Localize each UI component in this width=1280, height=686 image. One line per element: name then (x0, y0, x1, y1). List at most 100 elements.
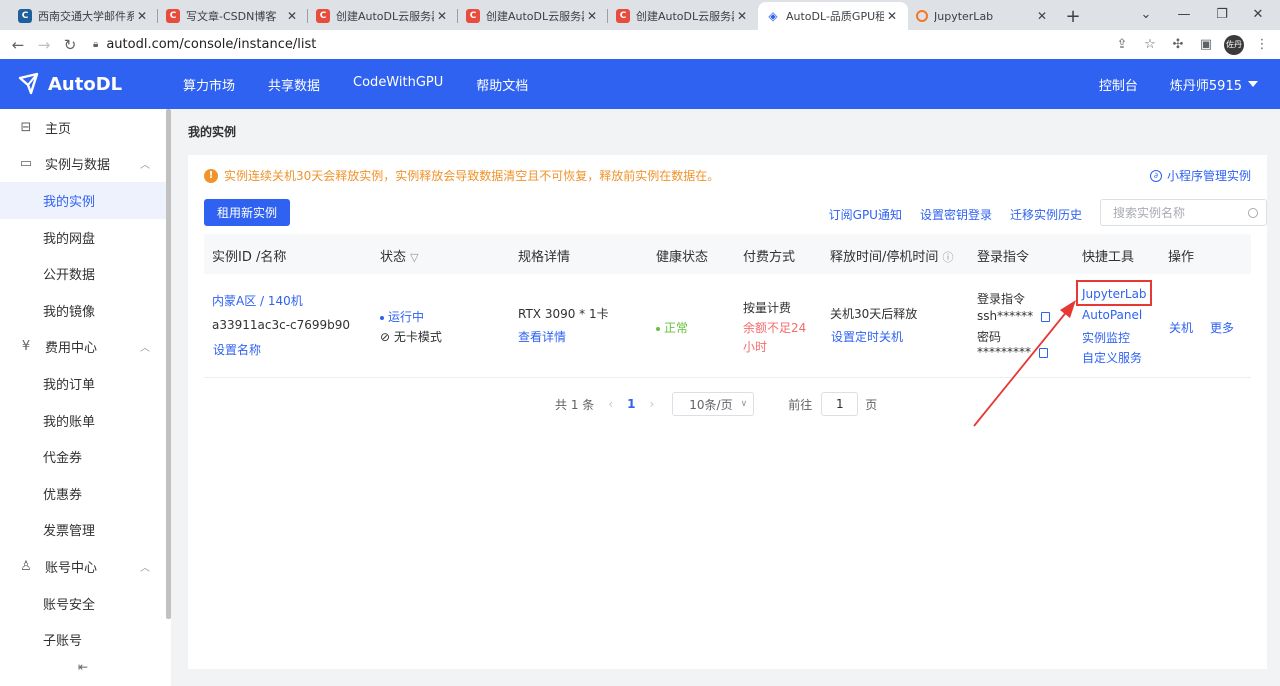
chevron-up-icon: ︿ (140, 160, 150, 172)
sidebar-item-public-data[interactable]: 公开数据 (0, 255, 168, 292)
tab-search-chevron-icon[interactable]: ⌄ (1128, 0, 1164, 28)
copy-icon[interactable] (1041, 311, 1051, 322)
help-icon[interactable]: ⓘ (943, 251, 954, 264)
back-arrow-icon[interactable]: ← (5, 32, 31, 58)
sidebar-item-bills[interactable]: 我的账单 (0, 402, 168, 439)
app-header: AutoDL 算力市场 共享数据 CodeWithGPU 帮助文档 控制台 炼丹… (0, 59, 1280, 109)
forward-arrow-icon[interactable]: → (31, 32, 57, 58)
instance-monitor-link[interactable]: 实例监控 (1082, 329, 1130, 346)
close-icon[interactable]: ✕ (1034, 9, 1050, 23)
url-field[interactable]: 🔒︎ autodl.com/console/instance/list (93, 33, 1108, 57)
close-icon[interactable]: ✕ (284, 9, 300, 23)
header-right: 控制台 炼丹师5915 (1099, 75, 1280, 94)
browser-tab[interactable]: C 创建AutoDL云服务器 ✕ (608, 2, 758, 30)
csdn-icon: C (316, 9, 330, 23)
close-icon[interactable]: ✕ (734, 9, 750, 23)
rent-new-instance-button[interactable]: 租用新实例 (204, 199, 290, 226)
extensions-puzzle-icon[interactable]: ✣ (1164, 32, 1192, 58)
sidebar-group-label: 账号中心 (45, 560, 98, 576)
sidepanel-icon[interactable]: ▣ (1192, 32, 1220, 58)
prev-page-icon[interactable]: ‹ (608, 397, 613, 411)
browser-tab[interactable]: C 创建AutoDL云服务器 ✕ (308, 2, 458, 30)
user-menu[interactable]: 炼丹师5915 (1170, 75, 1258, 94)
console-link[interactable]: 控制台 (1099, 75, 1138, 94)
browser-menu-icon[interactable]: ⋮ (1248, 32, 1276, 58)
copy-icon[interactable] (1039, 347, 1048, 358)
password-masked: ********* (977, 345, 1031, 359)
sidebar-item-my-instances[interactable]: 我的实例 (0, 182, 168, 219)
th-status[interactable]: 状态 ▽ (380, 246, 419, 265)
mini-program-link[interactable]: ∂ 小程序管理实例 (1149, 167, 1251, 184)
browser-tab[interactable]: C 创建AutoDL云服务器 ✕ (458, 2, 608, 30)
collapse-sidebar-icon[interactable]: ⇤ (78, 660, 88, 674)
page-number[interactable]: 1 (627, 397, 635, 411)
csdn-icon: C (466, 9, 480, 23)
sidebar-item-account-security[interactable]: 账号安全 (0, 585, 168, 622)
custom-service-link[interactable]: 自定义服务 (1082, 349, 1142, 366)
browser-tab-active[interactable]: ◈ AutoDL-品质GPU租用 ✕ (758, 2, 908, 30)
new-tab-plus-icon[interactable]: + (1058, 2, 1088, 30)
close-icon[interactable]: ✕ (584, 9, 600, 23)
maximize-icon[interactable]: ❐ (1204, 0, 1240, 28)
user-icon: ♙ (20, 558, 32, 574)
nav-codewithgpu[interactable]: CodeWithGPU (353, 75, 443, 94)
close-icon[interactable]: ✕ (434, 9, 450, 23)
sidebar-item-coupons[interactable]: 优惠券 (0, 475, 168, 512)
monitor-icon: ⊟ (20, 119, 32, 135)
nav-shared-data[interactable]: 共享数据 (268, 75, 320, 94)
bookmark-star-icon[interactable]: ☆ (1136, 32, 1164, 58)
instance-region-link[interactable]: 内蒙A区 / 140机 (212, 292, 303, 309)
gpu-spec: RTX 3090 * 1卡 (518, 307, 609, 321)
browser-tab[interactable]: C 写文章-CSDN博客 ✕ (158, 2, 308, 30)
th-status-label: 状态 (380, 250, 407, 265)
nav-help-docs[interactable]: 帮助文档 (476, 75, 528, 94)
migration-history-link[interactable]: 迁移实例历史 (1010, 206, 1082, 223)
set-name-link[interactable]: 设置名称 (213, 341, 261, 358)
next-page-icon[interactable]: › (649, 397, 654, 411)
th-health: 健康状态 (656, 250, 709, 265)
sidebar-group-account[interactable]: ♙ 账号中心 ︿ (0, 548, 168, 585)
close-icon[interactable]: ✕ (884, 9, 900, 23)
csdn-icon: C (616, 9, 630, 23)
window-close-icon[interactable]: ✕ (1240, 0, 1276, 28)
sidebar-item-my-netdisk[interactable]: 我的网盘 (0, 219, 168, 256)
reload-icon[interactable]: ↻ (57, 32, 83, 58)
minimize-icon[interactable]: — (1166, 0, 1202, 28)
status-text: 运行中 (388, 310, 425, 324)
balance-warning-line2: 小时 (743, 340, 768, 354)
share-icon[interactable]: ⇪ (1108, 32, 1136, 58)
sidebar-group-instances[interactable]: ▭ 实例与数据 ︿ (0, 146, 168, 183)
box-icon: ▭ (19, 156, 33, 172)
health-status: 正常 (656, 319, 688, 336)
sidebar-group-billing[interactable]: ¥ 费用中心 ︿ (0, 329, 168, 366)
sidebar-item-sub-accounts[interactable]: 子账号 (0, 621, 168, 658)
sidebar-item-my-images[interactable]: 我的镜像 (0, 292, 168, 329)
browser-tab[interactable]: JupyterLab ✕ (908, 2, 1058, 30)
page-unit: 页 (865, 397, 878, 412)
autopanel-link[interactable]: AutoPanel (1082, 308, 1142, 322)
filter-icon[interactable]: ▽ (410, 251, 418, 264)
sidebar-item-vouchers[interactable]: 代金券 (0, 438, 168, 475)
search-input[interactable]: 搜索实例名称 (1100, 199, 1267, 226)
close-icon[interactable]: ✕ (134, 9, 150, 23)
sidebar-item-home[interactable]: ⊟ 主页 (0, 109, 168, 146)
shutdown-link[interactable]: 关机 (1169, 319, 1193, 336)
search-placeholder: 搜索实例名称 (1113, 206, 1186, 220)
browser-tab[interactable]: C 西南交通大学邮件系统 ✕ (10, 2, 158, 30)
sidebar-item-invoices[interactable]: 发票管理 (0, 512, 168, 549)
search-icon (1248, 207, 1258, 218)
set-shutdown-link[interactable]: 设置定时关机 (831, 328, 903, 345)
tab-title: 西南交通大学邮件系统 (38, 10, 134, 23)
notice-text: 实例连续关机30天会释放实例，实例释放会导致数据清空且不可恢复，释放前实例在数据… (224, 169, 720, 183)
goto-page-input[interactable]: 1 (821, 392, 859, 416)
subscribe-gpu-link[interactable]: 订阅GPU通知 (829, 206, 902, 223)
autodl-logo[interactable]: AutoDL (17, 72, 183, 96)
view-detail-link[interactable]: 查看详情 (518, 328, 566, 345)
page-size-select[interactable]: 10条/页 ∨ (672, 392, 755, 416)
ssh-key-login-link[interactable]: 设置密钥登录 (920, 206, 992, 223)
chevron-up-icon: ︿ (140, 562, 150, 574)
profile-avatar[interactable]: 佐丹 (1220, 32, 1248, 58)
sidebar-item-orders[interactable]: 我的订单 (0, 365, 168, 402)
more-link[interactable]: 更多 (1210, 319, 1234, 336)
nav-compute-market[interactable]: 算力市场 (183, 75, 235, 94)
